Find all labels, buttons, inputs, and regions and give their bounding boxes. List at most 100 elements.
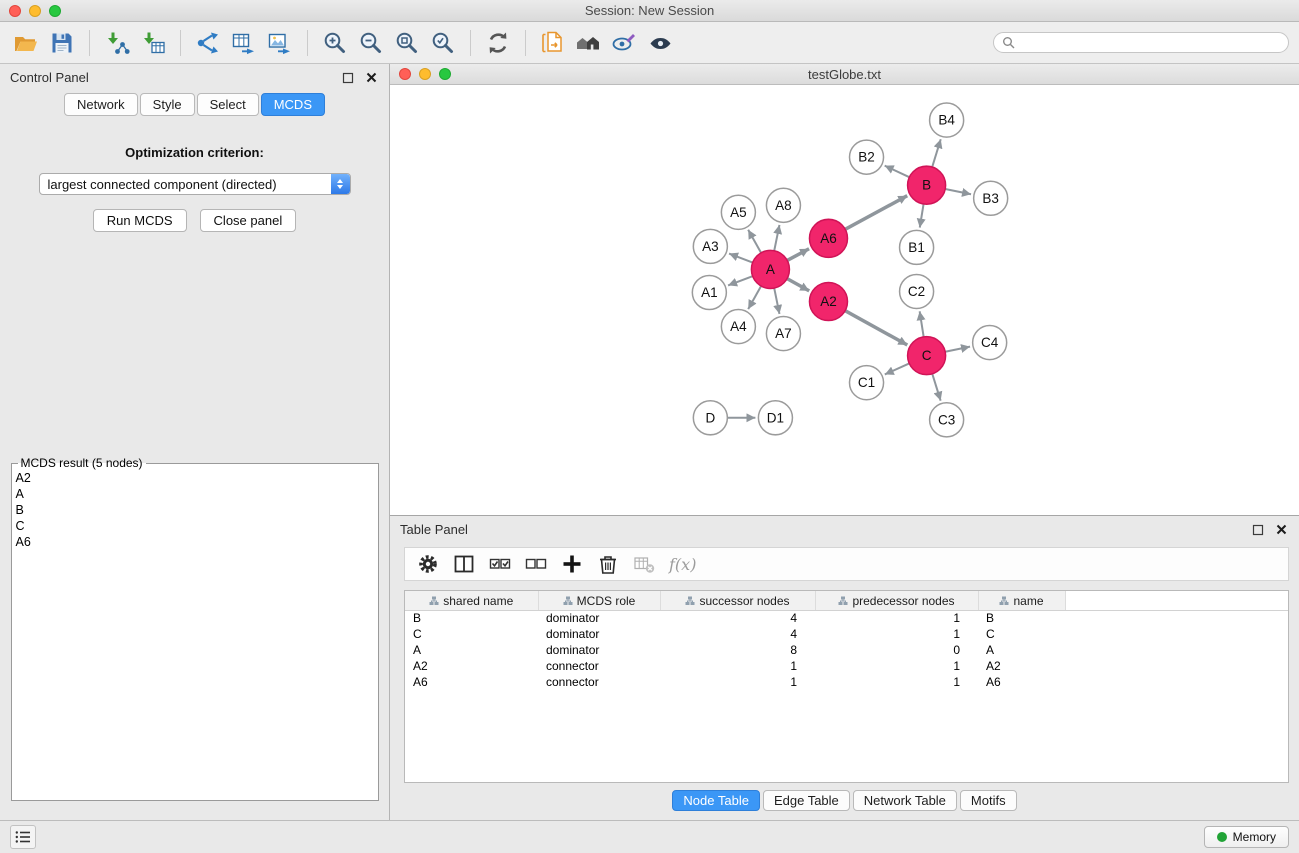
network-node-C[interactable]: C: [908, 337, 946, 375]
zoom-in-button[interactable]: [319, 27, 351, 59]
tab-network[interactable]: Network: [64, 93, 138, 116]
tab-mcds[interactable]: MCDS: [261, 93, 325, 116]
zoom-out-button[interactable]: [355, 27, 387, 59]
mcds-result-item[interactable]: A6: [16, 534, 374, 550]
tab-motifs[interactable]: Motifs: [960, 790, 1017, 811]
optimization-criterion-select[interactable]: largest connected component (directed): [39, 173, 351, 195]
memory-button[interactable]: Memory: [1204, 826, 1289, 848]
network-close-button[interactable]: [399, 68, 411, 80]
edge-B-B2[interactable]: [885, 166, 910, 178]
network-node-C3[interactable]: C3: [930, 403, 964, 437]
network-node-A[interactable]: A: [751, 250, 789, 288]
table-row[interactable]: Bdominator41B: [405, 610, 1288, 626]
export-document-button[interactable]: [537, 27, 569, 59]
export-table-button[interactable]: [228, 27, 260, 59]
network-zoom-button[interactable]: [439, 68, 451, 80]
search-box[interactable]: [993, 32, 1289, 53]
table-panel-close-button[interactable]: [1273, 522, 1289, 538]
network-node-A7[interactable]: A7: [766, 317, 800, 351]
edge-A2-C[interactable]: [845, 311, 907, 345]
tab-network-table[interactable]: Network Table: [853, 790, 957, 811]
network-node-B2[interactable]: B2: [850, 140, 884, 174]
show-columns-button[interactable]: [453, 553, 475, 575]
column-header-shared-name[interactable]: shared name: [405, 591, 538, 610]
network-node-B3[interactable]: B3: [974, 181, 1008, 215]
edge-A-A2[interactable]: [787, 279, 809, 291]
share-network-button[interactable]: [192, 27, 224, 59]
zoom-fit-button[interactable]: [391, 27, 423, 59]
network-node-B4[interactable]: B4: [930, 103, 964, 137]
column-header-name[interactable]: name: [978, 591, 1065, 610]
zoom-selected-button[interactable]: [427, 27, 459, 59]
network-node-B[interactable]: B: [908, 166, 946, 204]
show-hide-button[interactable]: [645, 27, 677, 59]
zoom-window-button[interactable]: [49, 5, 61, 17]
delete-table-button[interactable]: [633, 553, 655, 575]
network-node-A8[interactable]: A8: [766, 188, 800, 222]
network-node-A3[interactable]: A3: [693, 229, 727, 263]
network-node-A4[interactable]: A4: [721, 310, 755, 344]
import-table-button[interactable]: [137, 27, 169, 59]
search-input[interactable]: [1020, 36, 1280, 50]
node-table[interactable]: shared nameMCDS rolesuccessor nodesprede…: [405, 591, 1288, 690]
table-panel-float-button[interactable]: [1250, 522, 1266, 538]
network-node-A5[interactable]: A5: [721, 195, 755, 229]
table-row[interactable]: A2connector11A2: [405, 658, 1288, 674]
mcds-result-item[interactable]: B: [16, 502, 374, 518]
network-canvas[interactable]: B4B2BB3A5A8A6A3B1AA1C2A2A4A7C4CC1C3DD1: [390, 85, 1299, 515]
edge-B-B1[interactable]: [920, 204, 924, 228]
edge-A-A1[interactable]: [728, 276, 753, 285]
open-session-button[interactable]: [10, 27, 42, 59]
network-node-D[interactable]: D: [693, 401, 727, 435]
tab-select[interactable]: Select: [197, 93, 259, 116]
close-window-button[interactable]: [9, 5, 21, 17]
tab-node-table[interactable]: Node Table: [672, 790, 760, 811]
network-node-C4[interactable]: C4: [973, 326, 1007, 360]
minimize-window-button[interactable]: [29, 5, 41, 17]
annotation-visibility-button[interactable]: [609, 27, 641, 59]
select-all-button[interactable]: [489, 553, 511, 575]
edge-A-A4[interactable]: [748, 286, 761, 309]
edge-B-B3[interactable]: [945, 189, 971, 194]
column-header-successor-nodes[interactable]: successor nodes: [660, 591, 815, 610]
network-node-C2[interactable]: C2: [900, 274, 934, 308]
function-builder-button[interactable]: f(x): [669, 555, 696, 574]
close-panel-button[interactable]: Close panel: [200, 209, 297, 232]
control-panel-close-button[interactable]: [363, 70, 379, 86]
edge-B-B4[interactable]: [932, 139, 941, 167]
tab-style[interactable]: Style: [140, 93, 195, 116]
table-settings-button[interactable]: [417, 553, 439, 575]
network-window-titlebar[interactable]: testGlobe.txt: [390, 64, 1299, 85]
import-network-button[interactable]: [101, 27, 133, 59]
network-node-A6[interactable]: A6: [809, 219, 847, 257]
column-header-mcds-role[interactable]: MCDS role: [538, 591, 660, 610]
edge-A-A5[interactable]: [748, 230, 761, 253]
mcds-result-item[interactable]: A2: [16, 470, 374, 486]
deselect-all-button[interactable]: [525, 553, 547, 575]
save-session-button[interactable]: [46, 27, 78, 59]
network-node-B1[interactable]: B1: [900, 230, 934, 264]
add-row-button[interactable]: [561, 553, 583, 575]
edge-A-A8[interactable]: [774, 225, 779, 251]
export-image-button[interactable]: [264, 27, 296, 59]
edge-A-A7[interactable]: [774, 288, 779, 314]
edge-A6-B[interactable]: [845, 196, 907, 230]
mcds-result-item[interactable]: C: [16, 518, 374, 534]
network-minimize-button[interactable]: [419, 68, 431, 80]
table-row[interactable]: Cdominator41C: [405, 626, 1288, 642]
run-mcds-button[interactable]: Run MCDS: [93, 209, 187, 232]
refresh-button[interactable]: [482, 27, 514, 59]
table-row[interactable]: Adominator80A: [405, 642, 1288, 658]
table-row[interactable]: A6connector11A6: [405, 674, 1288, 690]
mcds-result-item[interactable]: A: [16, 486, 374, 502]
network-node-A2[interactable]: A2: [809, 282, 847, 320]
delete-row-button[interactable]: [597, 553, 619, 575]
edge-C-C1[interactable]: [885, 363, 909, 374]
tab-edge-table[interactable]: Edge Table: [763, 790, 850, 811]
edge-C-C2[interactable]: [920, 311, 924, 337]
home-button[interactable]: [573, 27, 605, 59]
panel-list-button[interactable]: [10, 825, 36, 849]
edge-C-C4[interactable]: [945, 347, 970, 352]
control-panel-float-button[interactable]: [340, 70, 356, 86]
edge-A-A6[interactable]: [787, 249, 809, 261]
